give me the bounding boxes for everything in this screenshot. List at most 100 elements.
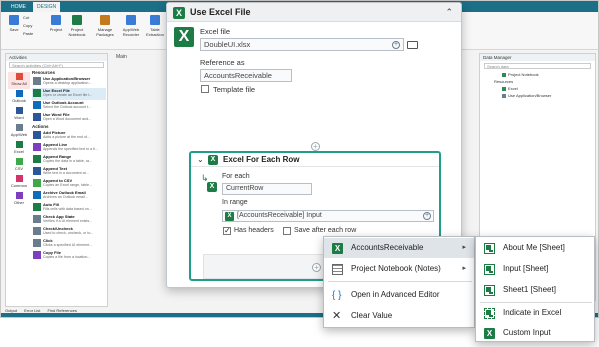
activity-title: Use Excel File [190,7,251,17]
list-item[interactable]: Use Outlook Account Select the Outlook ac… [32,100,106,112]
tree-node-excel[interactable]: Excel [480,85,595,92]
for-each-variable-field[interactable]: CurrentRow [222,183,312,195]
list-item[interactable]: Click Clicks a specified UI element... [32,238,106,250]
show-all-icon [15,73,23,80]
menu-item-input-sheet[interactable]: Input [Sheet] [476,259,594,280]
menu-item-custom-input[interactable]: X Custom Input [476,323,594,344]
category-app-web[interactable]: App/Web [8,123,30,140]
list-item[interactable]: Auto Fill Fills cells with data based on.… [32,202,106,214]
list-item[interactable]: Check App State Verifies if a UI element … [32,214,106,226]
app-web-recorder-button[interactable]: App/Web Recorder [119,15,143,37]
tab-design[interactable]: DESIGN [33,2,61,12]
category-show-all[interactable]: Show All [8,72,30,89]
menu-item-sheet1-sheet[interactable]: Sheet1 [Sheet] [476,280,594,301]
autofill-icon [33,203,41,211]
chevron-right-icon: ▸ [462,265,466,272]
list-item[interactable]: Use Word File Open a Word document and... [32,112,106,124]
folder-icon[interactable] [407,41,418,49]
tab-home[interactable]: HOME [7,2,30,12]
excel-file-field[interactable]: DoubleUI.xlsx [200,38,404,51]
chevron-down-icon[interactable]: ⌄ [197,155,204,164]
list-item[interactable]: Append Line Appends the specified text to… [32,142,106,154]
data-search-input[interactable]: Search data [484,63,591,69]
has-headers-checkbox[interactable] [223,226,231,235]
tree-node-resources[interactable]: Resources [480,78,595,85]
in-range-field[interactable]: X [AccountsReceivable] Input [222,210,434,222]
package-icon [100,15,110,25]
common-icon [15,175,23,182]
for-each-icon: ↳ X [201,173,219,193]
list-item[interactable]: Append to CSV Copies an Excel range, tabl… [32,178,106,190]
list-item[interactable]: Archive Outlook Email Archives an Outlook… [32,190,106,202]
excel-icon [502,86,506,91]
excel-large-icon: X [174,27,194,47]
save-button[interactable]: Save [3,15,25,32]
copy-file-icon [33,251,41,259]
data-manager-title: Data Manager [480,54,595,61]
category-word[interactable]: Word [8,106,30,123]
close-icon: ✕ [332,310,342,322]
list-item[interactable]: Use Excel File Open or create an Excel fi… [32,88,106,100]
word-icon [33,113,41,121]
add-activity-icon[interactable]: + [311,142,320,151]
plus-icon[interactable]: + [392,41,400,49]
add-activity-icon[interactable]: + [312,263,321,272]
sheet-icon [484,264,495,275]
menu-item-project-notebook[interactable]: Project Notebook (Notes) ▸ [324,259,474,279]
notebook-icon [332,264,343,275]
excel-icon: X [207,182,217,192]
table-icon [150,15,160,25]
plus-icon[interactable]: + [423,212,431,220]
for-each-title: Excel For Each Row [223,155,300,164]
click-icon [33,239,41,247]
other-icon [15,192,23,199]
category-common[interactable]: Common [8,174,30,191]
reference-label: Reference as [200,58,245,67]
reference-field[interactable]: AccountsReceivable [200,69,292,82]
indicate-excel-icon [484,308,495,319]
tree-node-project-notebook[interactable]: Project Notebook [480,71,595,78]
excel-icon: X [173,7,185,19]
project-notebook-button[interactable]: Project Notebook [65,15,89,37]
has-headers-label: Has headers [234,227,274,234]
paste-button[interactable]: Paste [23,31,41,36]
doc-tab-main[interactable]: Main [116,54,127,60]
menu-item-accounts-receivable[interactable]: X AccountsReceivable ▸ [324,238,474,258]
save-after-each-row-checkbox[interactable] [283,227,291,235]
table-extraction-button[interactable]: Table Extraction [145,15,165,37]
category-list: Show All Outlook Word App/Web Excel CSV … [8,72,30,208]
collapse-icon[interactable]: ⌃ [445,7,453,18]
in-range-label: In range [222,199,248,206]
excel-icon [33,89,41,97]
manage-packages-button[interactable]: Manage Packages [93,15,117,37]
category-csv[interactable]: CSV [8,157,30,174]
copy-button[interactable]: Copy [23,23,41,28]
context-menu: X AccountsReceivable ▸ Project Notebook … [323,236,475,328]
list-item[interactable]: Copy File Copies a file from a location..… [32,250,106,262]
activity-list: Resources Use Application/Browser Opens a… [32,70,106,262]
file-icon [33,143,41,151]
list-item[interactable]: Add Picture Adds a picture at the end of.… [32,130,106,142]
project-icon [51,15,61,25]
list-item[interactable]: Append Text Write text in a document at..… [32,166,106,178]
list-item[interactable]: Append Range Copies the data in a table, … [32,154,106,166]
menu-item-indicate-in-excel[interactable]: Indicate in Excel [476,303,594,324]
sheet-icon [484,243,495,254]
for-each-header: ⌄ X Excel For Each Row [191,153,439,167]
category-other[interactable]: Other [8,191,30,208]
category-outlook[interactable]: Outlook [8,89,30,106]
category-excel[interactable]: Excel [8,140,30,157]
list-item[interactable]: Check/Uncheck Used to check, uncheck, or … [32,226,106,238]
template-file-label: Template file [213,85,256,94]
project-button[interactable]: Project [45,15,67,32]
menu-item-about-me-sheet[interactable]: About Me [Sheet] [476,238,594,259]
activities-search-input[interactable]: Search activities (Ctrl+Alt+F) [9,62,104,68]
menu-item-clear-value[interactable]: ✕ Clear Value [324,306,474,326]
cut-button[interactable]: Cut [23,15,41,20]
template-file-checkbox[interactable] [201,85,209,93]
excel-file-label: Excel file [200,27,231,36]
menu-item-open-advanced-editor[interactable]: { } Open in Advanced Editor [324,285,474,305]
list-item[interactable]: Use Application/Browser Opens a desktop a… [32,76,106,88]
archive-icon [33,191,41,199]
tree-node-use-application-browser[interactable]: Use Application/Browser [480,92,595,99]
